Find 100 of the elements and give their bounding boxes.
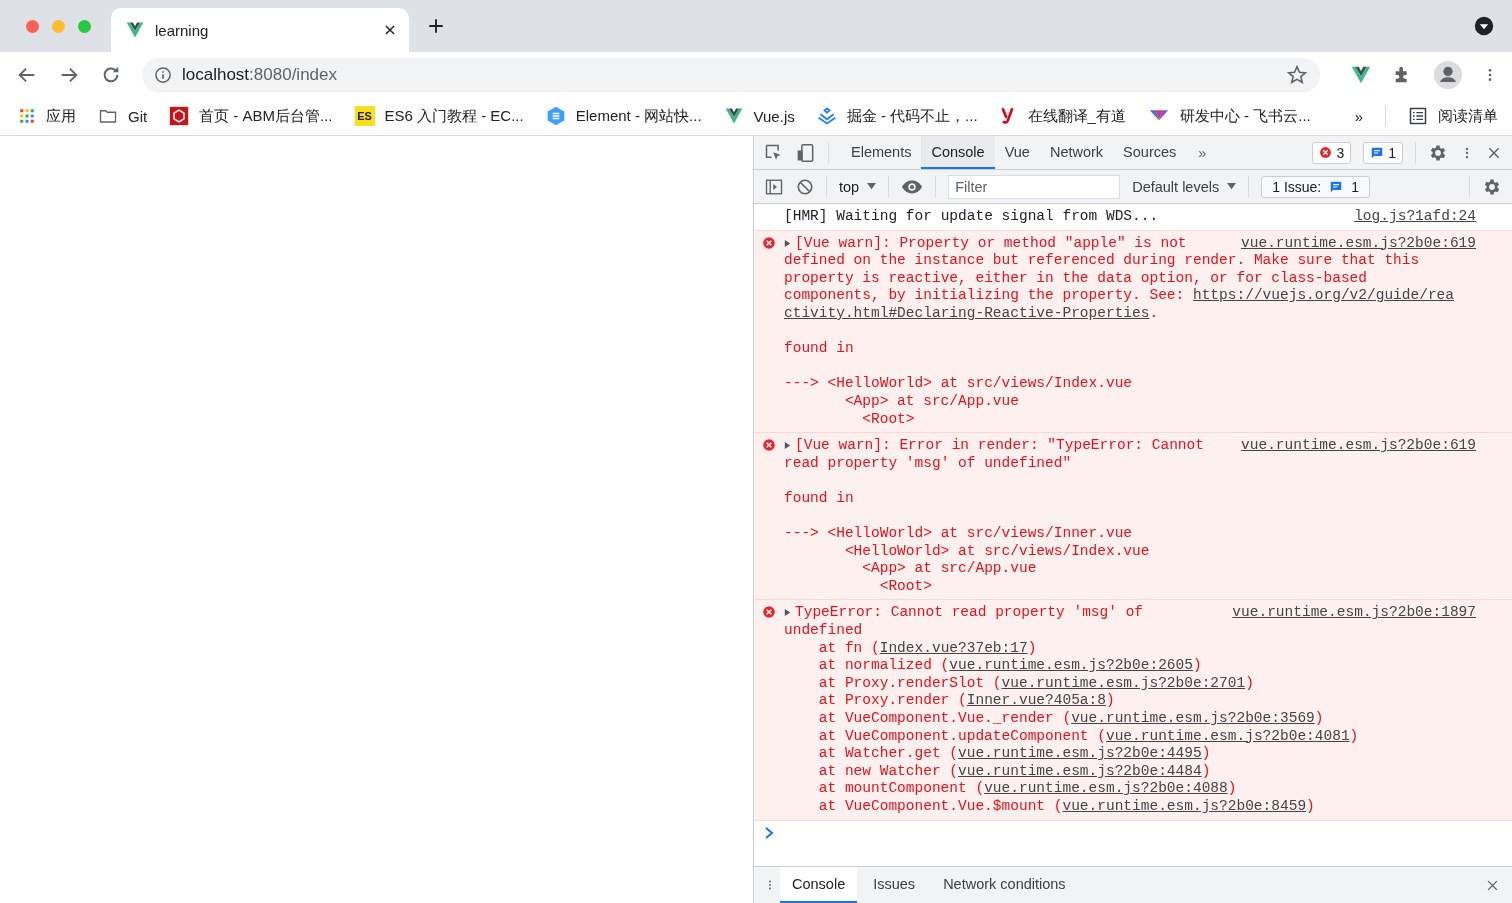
- folder-icon: [98, 107, 118, 125]
- devtools-tab[interactable]: Network: [1039, 136, 1114, 169]
- caret-icon: [867, 182, 877, 191]
- console-text: [Vue warn]: Error in render: "TypeError: Cannot: [795, 437, 1204, 455]
- component-tree-line: <Root>: [861, 410, 916, 429]
- avatar-icon[interactable]: [1434, 60, 1462, 89]
- source-link[interactable]: vue.runtime.esm.js?2b0e:1897: [1220, 604, 1476, 623]
- component-tree-line: ---> <HelloWorld> at src/views/Index.vue: [784, 375, 1134, 393]
- console-text: property is reactive, either in the data option, or for class-based: [784, 269, 1368, 288]
- console-text: ctivity.html#Declaring-Reactive-Properties.: [784, 304, 1160, 323]
- bookmark-link[interactable]: Vue.js: [753, 107, 795, 125]
- bookmark-link[interactable]: 首页 - ABM后台管...: [199, 106, 333, 126]
- levels-dropdown[interactable]: Default levels: [1132, 178, 1237, 195]
- drawer-tab[interactable]: Issues: [861, 867, 928, 903]
- device-icon[interactable]: [796, 142, 816, 163]
- component-tree-line: <App> at src/App.vue: [861, 560, 1038, 578]
- source-link[interactable]: vue.runtime.esm.js?2b0e:619: [1229, 234, 1476, 253]
- console-text: at VueComponent.Vue.$mount (vue.runtime.esm.js?2b0e:8459): [818, 798, 1316, 816]
- console-text: at mountComponent (vue.runtime.esm.js?2b0e:4088): [818, 780, 1238, 798]
- bookmarks-overflow-button[interactable]: »: [1354, 107, 1364, 125]
- source-link[interactable]: vue.runtime.esm.js?2b0e:4495: [958, 745, 1202, 762]
- source-link[interactable]: ctivity.html#Declaring-Reactive-Properties: [784, 304, 1150, 321]
- browser-tab[interactable]: learning: [111, 8, 409, 52]
- context-dropdown[interactable]: top: [839, 178, 877, 195]
- info-icon: [154, 65, 172, 84]
- console-text: found in: [784, 340, 855, 358]
- source-link[interactable]: vue.runtime.esm.js?2b0e:3569: [1071, 710, 1315, 727]
- source-link[interactable]: vue.runtime.esm.js?2b0e:2605: [949, 657, 1193, 674]
- devtools-tab[interactable]: Elements: [841, 136, 922, 169]
- message-count-badge[interactable]: 1: [1363, 141, 1403, 164]
- console-text: [Vue warn]: Property or method "apple" is not: [795, 234, 1187, 253]
- console-text: TypeError: Cannot read property 'msg' of: [795, 604, 1144, 623]
- sidebar-icon[interactable]: [764, 177, 784, 196]
- error-count-badge[interactable]: 3: [1312, 141, 1352, 164]
- apps-grid-icon: [18, 107, 36, 125]
- source-link[interactable]: vue.runtime.esm.js?2b0e:619: [1229, 437, 1476, 455]
- console-text: at VueComponent.updateComponent (vue.runtime.esm.js?2b0e:4081): [818, 727, 1360, 746]
- console-text: at Proxy.renderSlot (vue.runtime.esm.js?2b0e:2701): [818, 674, 1255, 693]
- console-text: undefined: [784, 622, 864, 640]
- source-link[interactable]: vue.runtime.esm.js?2b0e:4081: [1105, 727, 1350, 744]
- devtools-tab[interactable]: Sources: [1113, 136, 1187, 169]
- console-text: at Proxy.render (Inner.vue?405a:8): [818, 692, 1116, 711]
- component-tree-line: <App> at src/App.vue: [843, 392, 1020, 411]
- tab-search-icon[interactable]: [1474, 16, 1494, 36]
- bookmark-link[interactable]: 掘金 - 代码不止，...: [846, 106, 978, 126]
- drawer-tab[interactable]: Console: [780, 867, 858, 903]
- console-text: at new Watcher (vue.runtime.esm.js?2b0e:4484): [818, 762, 1212, 781]
- source-link[interactable]: log.js?1afd:24: [1342, 208, 1476, 226]
- eye-icon[interactable]: [901, 178, 924, 195]
- error-icon: [762, 438, 776, 453]
- source-link[interactable]: Index.vue?37eb:17: [879, 639, 1028, 656]
- source-link[interactable]: vue.runtime.esm.js?2b0e:8459: [1062, 798, 1307, 814]
- console-text: at Watcher.get (vue.runtime.esm.js?2b0e:4495): [818, 745, 1212, 763]
- clear-console-icon[interactable]: [796, 177, 814, 196]
- source-link[interactable]: vue.runtime.esm.js?2b0e:4088: [984, 780, 1228, 797]
- source-link[interactable]: vue.runtime.esm.js?2b0e:4484: [958, 762, 1202, 779]
- bookmark-link[interactable]: Git: [128, 107, 148, 125]
- bookmark-link[interactable]: ES6 入门教程 - EC...: [384, 106, 524, 126]
- issues-button[interactable]: 1 Issue: 1: [1261, 175, 1371, 198]
- error-icon: [1319, 146, 1333, 159]
- devtools-tab[interactable]: Vue: [994, 136, 1040, 169]
- console-text: at normalized (vue.runtime.esm.js?2b0e:2605): [818, 657, 1203, 675]
- console-text: components, by initializing the property. See: https://vuejs.org/v2/guide/rea: [784, 287, 1455, 305]
- vue-logo-icon: [125, 20, 145, 40]
- error-icon: [762, 235, 776, 250]
- bookmark-link[interactable]: Element - 网站快...: [575, 106, 702, 126]
- address-bar[interactable]: localhost:8080/index: [142, 57, 1320, 92]
- tab-title: learning: [155, 21, 210, 39]
- console-text: defined on the instance but referenced during render. Make sure that this: [784, 252, 1421, 270]
- cube-logo-icon: [169, 106, 190, 126]
- component-tree-line: <Root>: [878, 577, 933, 596]
- source-link[interactable]: https://vuejs.org/v2/guide/rea: [1192, 287, 1454, 304]
- bookmark-link[interactable]: 研发中心 - 飞书云...: [1179, 106, 1311, 126]
- drawer-tab[interactable]: Network conditions: [931, 867, 1078, 903]
- new-tab-icon[interactable]: [427, 17, 445, 35]
- devtools-tab[interactable]: Console: [921, 136, 995, 169]
- bookmark-link[interactable]: 在线翻译_有道: [1027, 106, 1126, 126]
- component-tree-line: ---> <HelloWorld> at src/views/Inner.vue: [784, 525, 1134, 543]
- prompt-icon[interactable]: [764, 826, 774, 839]
- star-icon[interactable]: [1286, 63, 1308, 86]
- component-tree-line: <HelloWorld> at src/views/Index.vue: [843, 542, 1151, 561]
- source-link[interactable]: vue.runtime.esm.js?2b0e:2701: [1001, 674, 1246, 691]
- caret-icon: [1227, 182, 1237, 191]
- reading-list-icon: [1408, 106, 1429, 126]
- source-link[interactable]: Inner.vue?405a:8: [966, 692, 1106, 709]
- console-text: [HMR] Waiting for update signal from WDS...: [784, 208, 1159, 226]
- message-icon: [1370, 145, 1385, 160]
- message-icon: [1329, 179, 1344, 194]
- bookmark-link[interactable]: 应用: [46, 106, 76, 126]
- console-text: at fn (Index.vue?37eb:17): [818, 639, 1038, 658]
- expand-triangle-icon[interactable]: [783, 608, 792, 618]
- console-text: found in: [784, 489, 855, 508]
- more-tabs-button[interactable]: »: [1198, 144, 1207, 161]
- reading-list-button[interactable]: 阅读清单: [1438, 106, 1499, 126]
- close-icon[interactable]: [383, 23, 397, 37]
- error-icon: [762, 605, 776, 620]
- expand-triangle-icon[interactable]: [783, 441, 792, 451]
- filter-field[interactable]: Filter: [948, 174, 1121, 199]
- expand-triangle-icon[interactable]: [783, 238, 792, 248]
- url-text: localhost:8080/index: [182, 64, 338, 85]
